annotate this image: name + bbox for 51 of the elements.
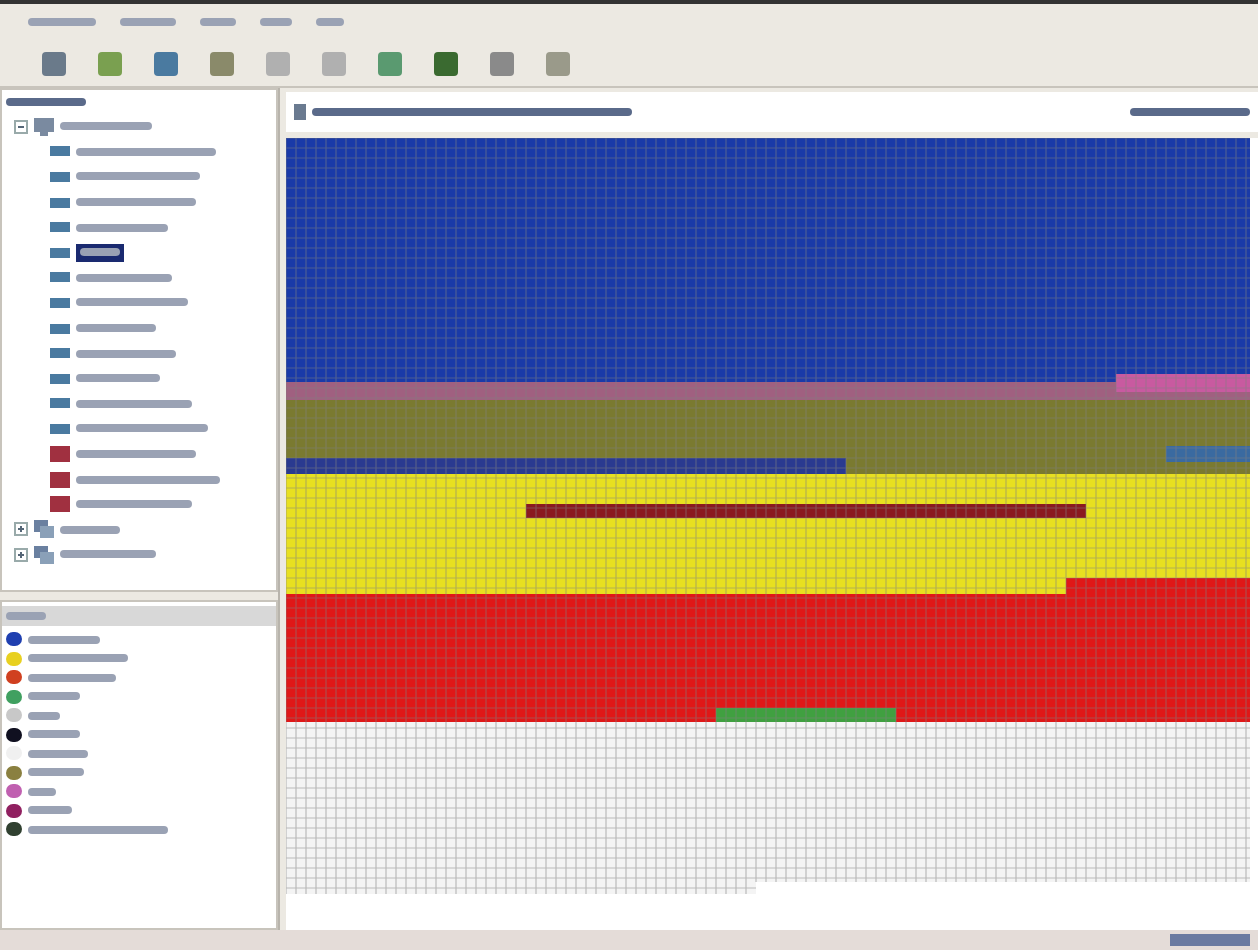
blurred-text — [80, 248, 120, 257]
blurred-text — [200, 18, 236, 26]
blurred-text — [28, 825, 168, 834]
blurred-text — [76, 424, 208, 433]
blurred-text — [76, 475, 220, 484]
blurred-text — [60, 550, 156, 559]
blurred-text — [76, 399, 192, 408]
blurred-text — [76, 450, 196, 459]
blurred-text — [28, 711, 60, 720]
blurred-text — [1130, 108, 1250, 116]
blurred-text — [120, 18, 176, 26]
blurred-text — [76, 198, 196, 207]
computer-icon — [34, 117, 54, 136]
blurred-text — [76, 273, 172, 282]
toolbar-icon[interactable] — [544, 49, 572, 77]
drive-icon — [294, 104, 306, 120]
blurred-text — [6, 98, 86, 106]
toolbar-icon[interactable] — [96, 49, 124, 77]
blurred-text — [28, 692, 80, 701]
toolbar-icon[interactable] — [40, 49, 68, 77]
blurred-text — [28, 654, 128, 663]
toolbar-icon[interactable] — [152, 49, 180, 77]
blurred-text — [76, 298, 188, 307]
blurred-text — [28, 806, 72, 815]
blurred-text — [76, 500, 192, 509]
blurred-text — [28, 730, 80, 739]
blurred-text — [28, 18, 96, 26]
expand-icon[interactable] — [14, 522, 28, 537]
blurred-text — [28, 635, 100, 644]
toolbar-icon[interactable] — [376, 49, 404, 77]
blurred-text — [28, 768, 84, 777]
toolbar-icon[interactable] — [432, 49, 460, 77]
expand-icon[interactable] — [14, 547, 28, 562]
collapse-icon[interactable] — [14, 119, 28, 134]
blurred-text — [60, 525, 120, 534]
blurred-text — [76, 172, 200, 181]
blurred-text — [28, 673, 116, 682]
blurred-text — [76, 349, 176, 358]
blurred-text — [60, 122, 152, 131]
blurred-text — [76, 223, 168, 232]
blurred-text — [28, 749, 88, 758]
blurred-text — [76, 374, 160, 383]
blurred-text — [28, 787, 56, 796]
status-indicator — [1170, 934, 1250, 946]
blurred-text — [316, 18, 344, 26]
blurred-text — [76, 324, 156, 333]
blurred-text — [76, 147, 216, 156]
toolbar-icon[interactable] — [208, 49, 236, 77]
toolbar-icon[interactable] — [488, 49, 516, 77]
blurred-text — [6, 612, 46, 620]
blurred-text — [260, 18, 292, 26]
